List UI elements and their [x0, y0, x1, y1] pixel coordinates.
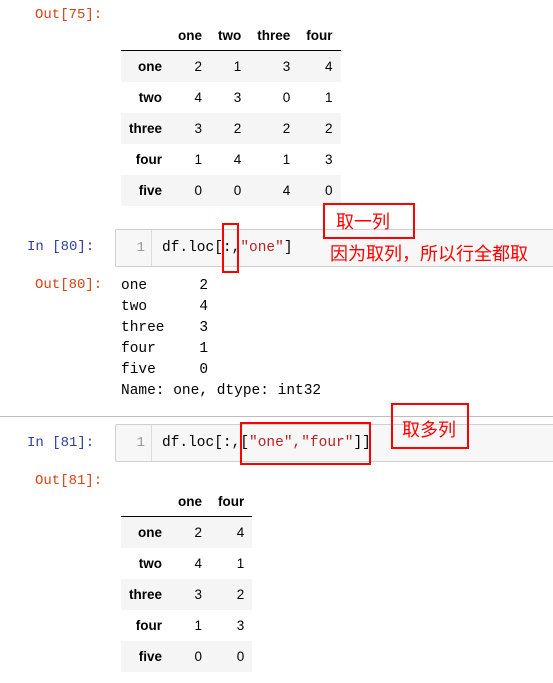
table-row: one 2 4 [121, 516, 253, 548]
table-cell: 4 [282, 183, 291, 198]
column-header: two [210, 20, 250, 51]
table-cell: 2 [325, 121, 333, 136]
table-row: three 3 2 [121, 579, 253, 610]
table-cell: 1 [282, 152, 291, 167]
column-header: four [298, 20, 341, 51]
table-cell: 4 [236, 525, 245, 540]
annotation-box-column-list [240, 422, 371, 465]
annotation-all-rows: 因为取列，所以行全都取 [330, 244, 528, 264]
table-cell: 2 [194, 525, 203, 540]
table-cell: 2 [233, 121, 242, 136]
row-index: four [135, 618, 163, 633]
row-index: three [129, 587, 163, 602]
in-prompt-81: In [81]: [27, 435, 95, 451]
table-cell: 4 [194, 556, 203, 571]
table-row: one 2 1 3 4 [121, 50, 341, 82]
table-cell: 3 [194, 121, 203, 136]
table-cell: 0 [325, 183, 333, 198]
out-prompt-80: Out[80]: [35, 277, 103, 293]
table-cell: 0 [233, 183, 242, 198]
row-index: three [129, 121, 163, 136]
table-cell: 3 [194, 587, 203, 602]
annotation-single-column: 取一列 [336, 212, 390, 232]
annotation-multi-column: 取多列 [402, 420, 456, 440]
table-row: two 4 3 0 1 [121, 82, 341, 113]
table-cell: 2 [236, 587, 245, 602]
series-line: one 2 [121, 278, 209, 294]
column-header: three [249, 20, 299, 51]
row-index: two [138, 556, 163, 571]
column-header: four [210, 486, 253, 517]
table-row: five 0 0 [121, 641, 253, 672]
table-cell: 4 [325, 59, 333, 74]
table-cell: 1 [236, 556, 245, 571]
table-cell: 0 [282, 90, 291, 105]
table-row: two 4 1 [121, 548, 252, 579]
cell-divider [0, 416, 553, 417]
table-cell: 1 [233, 59, 242, 74]
row-index: four [135, 152, 163, 167]
series-line: four 1 [121, 341, 209, 357]
dataframe-output-81: one four one 2 4 two 4 1 three 3 2 four 1 3 five 0 0 [121, 486, 253, 672]
table-row: five 0 0 4 0 [121, 175, 341, 206]
table-cell: 2 [194, 59, 203, 74]
line-number: 1 [116, 230, 152, 266]
column-header: one [170, 486, 211, 517]
out-prompt-81: Out[81]: [35, 473, 103, 489]
table-cell: 3 [282, 59, 291, 74]
row-index: one [138, 525, 163, 540]
table-cell: 0 [236, 649, 245, 664]
table-cell: 2 [282, 121, 291, 136]
table-cell: 4 [233, 152, 242, 167]
table-cell: 0 [194, 649, 203, 664]
annotation-box-colon [222, 223, 239, 273]
series-output-80: one 2 two 4 three 3 four 1 five 0 Name: one, … [121, 276, 321, 402]
series-line: five 0 [121, 362, 209, 378]
table-row: three 3 2 2 2 [121, 113, 341, 144]
table-cell: 1 [325, 90, 333, 105]
table-cell: 0 [194, 183, 203, 198]
line-number: 1 [116, 425, 152, 461]
series-line: three 3 [121, 320, 209, 336]
table-cell: 3 [236, 618, 245, 633]
table-cell: 3 [233, 90, 242, 105]
row-index: five [138, 649, 163, 664]
index-header [121, 486, 171, 517]
dataframe-output-75: one two three four one 2 1 3 4 two 4 3 0 1 three 3 2 2 2 fo… [121, 20, 341, 206]
table-row: four 1 4 1 3 [121, 144, 341, 175]
column-header: one [170, 20, 211, 51]
table-row: four 1 3 [121, 610, 252, 641]
table-cell: 4 [194, 90, 203, 105]
table-cell: 1 [194, 618, 203, 633]
row-index: one [138, 59, 163, 74]
row-index: five [138, 183, 163, 198]
table-cell: 1 [194, 152, 203, 167]
index-header [121, 20, 171, 51]
series-line: Name: one, dtype: int32 [121, 383, 322, 399]
series-line: two 4 [121, 299, 209, 315]
table-cell: 3 [325, 152, 333, 167]
in-prompt-80: In [80]: [27, 239, 95, 255]
row-index: two [138, 90, 163, 105]
out-prompt-75: Out[75]: [35, 7, 103, 23]
